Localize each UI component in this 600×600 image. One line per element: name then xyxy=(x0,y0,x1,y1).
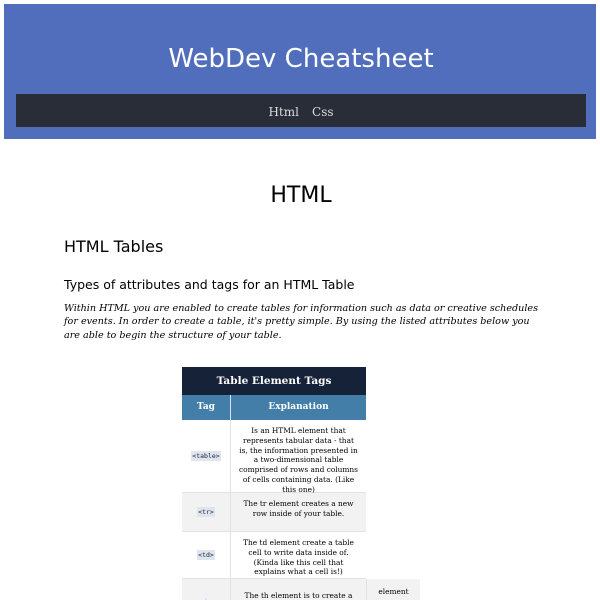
table-row: The th element is to create a element xyxy=(182,579,420,600)
explanation-cell: The tr element creates a new row inside … xyxy=(243,499,354,518)
nav-link-html[interactable]: Html xyxy=(268,96,299,129)
tag-code: <table> xyxy=(191,451,221,461)
table-element-tags: Table Element Tags Tag Explanation <tabl… xyxy=(182,367,422,600)
page-heading: HTML xyxy=(270,183,332,208)
column-header-explanation: Explanation xyxy=(268,402,329,412)
site-title: WebDev Cheatsheet xyxy=(168,44,434,74)
navbar: Html Css xyxy=(16,94,586,127)
page: WebDev Cheatsheet Html Css HTML HTML Tab… xyxy=(4,4,596,600)
table-caption: Table Element Tags xyxy=(182,367,366,395)
table-row: <td> The td element create a table cell … xyxy=(182,532,366,579)
overflow-cell: element xyxy=(366,579,420,600)
nav-link-css[interactable]: Css xyxy=(312,96,334,129)
column-header-tag: Tag xyxy=(182,395,231,420)
tag-cell: <tr> xyxy=(182,493,231,531)
section-heading: HTML Tables xyxy=(64,237,164,256)
table-row: <tr> The tr element creates a new row in… xyxy=(182,493,366,532)
table-row: <table> Is an HTML element that represen… xyxy=(182,420,366,494)
sub-heading: Types of attributes and tags for an HTML… xyxy=(64,277,355,292)
intro-paragraph: Within HTML you are enabled to create ta… xyxy=(64,303,538,341)
explanation-cell: The th element is to create a xyxy=(244,591,353,600)
table-header-row: Tag Explanation xyxy=(182,395,366,420)
tag-cell: <td> xyxy=(182,532,231,578)
tag-cell xyxy=(182,579,231,600)
site-header: WebDev Cheatsheet Html Css xyxy=(4,4,596,139)
tag-cell: <table> xyxy=(182,420,231,492)
tag-code: <tr> xyxy=(197,507,215,517)
explanation-cell: Is an HTML element that represents tabul… xyxy=(239,426,358,494)
explanation-cell: The td element create a table cell to wr… xyxy=(243,538,354,577)
tag-code: <td> xyxy=(197,550,215,560)
